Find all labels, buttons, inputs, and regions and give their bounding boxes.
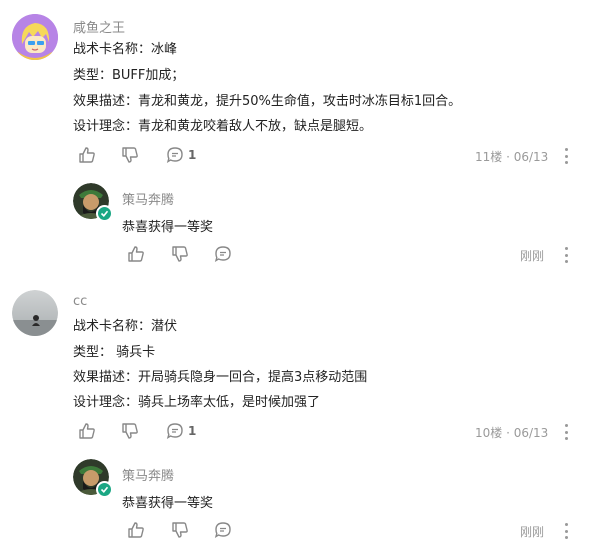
thumbs-down-icon [171,521,189,539]
more-options-button[interactable] [563,247,569,263]
reply-count: 1 [188,148,197,162]
comment-bubble-icon [166,422,184,440]
comment-bubble-icon [214,245,232,263]
thumbs-down-icon [121,422,139,440]
reply-count: 1 [188,424,197,438]
comment-bubble-icon [214,521,232,539]
reply-button[interactable] [214,243,232,265]
floor-date: 11楼 · 06/13 [475,150,549,164]
reply-button[interactable]: 1 [166,144,196,166]
thumbs-up-icon [78,146,96,164]
reply-author[interactable]: 策马奔腾 [122,465,174,484]
comment-text-line: 设计理念：骑兵上场率太低，是时候加强了 [73,395,321,410]
like-button[interactable] [78,420,96,442]
thumbs-up-icon [78,422,96,440]
comment-text-line: 战术卡名称：潜伏 [73,319,178,334]
thumbs-down-icon [121,146,139,164]
comment-text-line: 类型： 骑兵卡 [73,345,156,360]
reply-time: 刚刚 [520,525,545,539]
dislike-button[interactable] [171,243,189,265]
avatar[interactable] [12,290,58,336]
reply-time: 刚刚 [520,249,545,263]
like-button[interactable] [127,243,145,265]
more-vertical-icon [564,424,568,427]
more-options-button[interactable] [563,148,569,164]
like-button[interactable] [127,519,145,541]
reply-author[interactable]: 策马奔腾 [122,189,174,208]
comment-text-line: 效果描述：青龙和黄龙，提升50%生命值，攻击时冰冻目标1回合。 [73,94,462,109]
reply-text: 恭喜获得一等奖 [122,496,214,511]
more-vertical-icon [564,523,568,526]
thumbs-down-icon [171,245,189,263]
reply-button[interactable] [214,519,232,541]
floor-date: 10楼 · 06/13 [475,426,549,440]
more-vertical-icon [564,247,568,250]
reply-button[interactable]: 1 [166,420,196,442]
avatar[interactable] [12,14,58,60]
reply-text: 恭喜获得一等奖 [122,220,214,235]
comment-author[interactable]: 咸鱼之王 [73,17,125,36]
dislike-button[interactable] [121,420,139,442]
comment-text-line: 类型：BUFF加成； [73,68,185,83]
thumbs-up-icon [127,521,145,539]
verified-check-icon [96,205,113,222]
more-options-button[interactable] [563,523,569,539]
verified-check-icon [96,481,113,498]
more-vertical-icon [564,148,568,151]
comment-author[interactable]: cc [73,294,87,309]
dislike-button[interactable] [171,519,189,541]
comment-text-line: 设计理念：青龙和黄龙咬着敌人不放，缺点是腿短。 [73,119,373,134]
comment-text-line: 效果描述：开局骑兵隐身一回合，提高3点移动范围 [73,370,368,385]
like-button[interactable] [78,144,96,166]
more-options-button[interactable] [563,424,569,440]
dislike-button[interactable] [121,144,139,166]
comment-text-line: 战术卡名称：冰峰 [73,42,178,57]
comment-bubble-icon [166,146,184,164]
thumbs-up-icon [127,245,145,263]
